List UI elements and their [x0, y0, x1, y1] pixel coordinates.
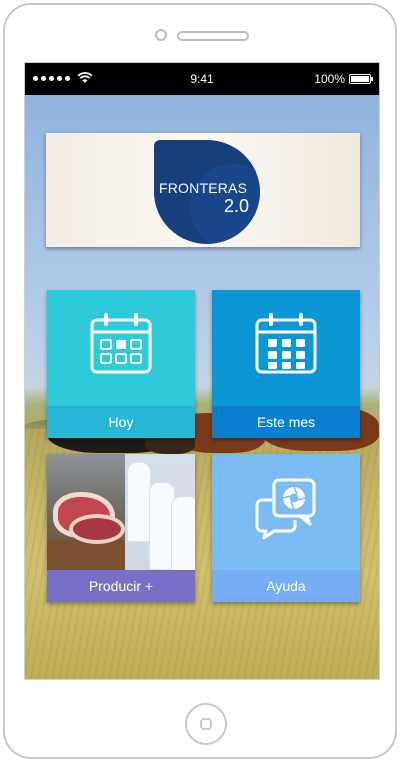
- app-screen: 9:41 100% FRONTERAS 2.0 Hoy Este mes Pro…: [24, 62, 380, 680]
- logo-banner: FRONTERAS 2.0: [46, 133, 360, 247]
- tile-producir[interactable]: Producir +: [47, 454, 195, 602]
- help-chat-icon: [255, 478, 316, 540]
- meat-photo: [47, 454, 125, 570]
- tile-ayuda[interactable]: Ayuda: [212, 454, 360, 602]
- calendar-month-icon: [255, 313, 317, 374]
- logo-version: 2.0: [224, 196, 250, 216]
- battery-percent: 100%: [314, 72, 345, 86]
- logo-title: FRONTERAS: [159, 180, 248, 196]
- speaker-grille: [177, 31, 249, 41]
- tile-este-mes-label: Este mes: [212, 406, 360, 438]
- camera-icon: [155, 29, 167, 41]
- status-bar: 9:41 100%: [25, 63, 379, 95]
- tile-ayuda-label: Ayuda: [212, 570, 360, 602]
- tile-este-mes[interactable]: Este mes: [212, 290, 360, 438]
- tile-hoy-label: Hoy: [47, 406, 195, 438]
- tile-producir-label: Producir +: [47, 570, 195, 602]
- calendar-day-icon: [90, 313, 152, 374]
- home-button[interactable]: [185, 703, 227, 745]
- milk-photo: [125, 454, 195, 572]
- logo-icon: FRONTERAS 2.0: [154, 140, 260, 244]
- tile-hoy[interactable]: Hoy: [47, 290, 195, 438]
- battery-icon: [349, 74, 373, 84]
